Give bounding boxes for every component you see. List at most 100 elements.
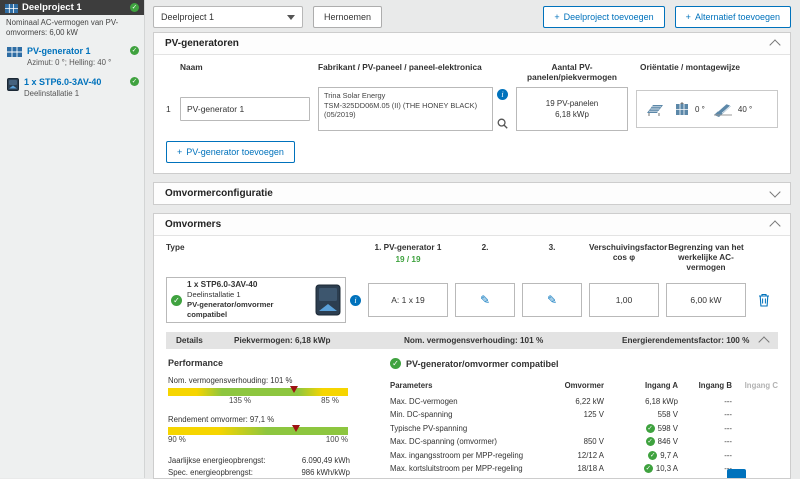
trash-icon — [759, 293, 769, 307]
generator-1-assignment-box[interactable]: A: 1 x 19 — [368, 283, 448, 317]
parameters-table: Parameters Omvormer Ingang A Ingang B In… — [390, 377, 778, 476]
mounting-type-segment[interactable] — [644, 102, 666, 117]
col-parameters: Parameters — [390, 381, 433, 390]
inverter-type-cell: ✓ 1 x STP6.0-3AV-40 Deelinstallatie 1 PV… — [166, 277, 361, 323]
col-generator-3: 3. — [548, 243, 556, 252]
sidebar-item-deelproject[interactable]: Deelproject 1 ✓ Nominaal AC-vermogen van… — [0, 0, 144, 42]
sidebar-project-title: Deelproject 1 — [22, 2, 82, 13]
col-count: Aantal PV-panelen/piekvermogen — [527, 62, 617, 82]
param-input-c-value — [736, 408, 778, 422]
project-select[interactable]: Deelproject 1 — [153, 6, 303, 28]
check-icon: ✓ — [390, 358, 401, 369]
pencil-icon: ✎ — [479, 293, 491, 307]
stat-value: 6.090,49 kWh — [301, 456, 350, 465]
pv-panel-icon — [5, 3, 18, 13]
add-pv-generator-label: PV-generator toevoegen — [186, 147, 284, 157]
sidebar-item-inverter[interactable]: 1 x STP6.0-3AV-40 Deelinstallatie 1 ✓ — [0, 73, 144, 104]
generator-2-edit-box[interactable]: ✎ — [455, 283, 515, 317]
add-subproject-label: Deelproject toevoegen — [563, 12, 654, 22]
inverter-type-text: 1 x STP6.0-3AV-40 Deelinstallatie 1 PV-g… — [187, 280, 310, 319]
col-ac-limit: Begrenzing van het werkelijke AC-vermoge… — [668, 243, 744, 272]
sidebar: Deelproject 1 ✓ Nominaal AC-vermogen van… — [0, 0, 145, 478]
param-input-c-value — [736, 449, 778, 463]
inverter-type-box[interactable]: ✓ 1 x STP6.0-3AV-40 Deelinstallatie 1 PV… — [166, 277, 346, 323]
sidebar-project-subtitle: Nominaal AC-vermogen van PV-omvormers: 6… — [6, 18, 119, 37]
delete-inverter-button[interactable] — [753, 293, 775, 307]
col-input-a: Ingang A — [644, 381, 678, 390]
toolbar: Deelproject 1 Hernoemen + Deelproject to… — [145, 0, 800, 32]
param-input-c-value — [736, 422, 778, 436]
param-inverter-value: 12/12 A — [577, 450, 604, 460]
search-icon[interactable] — [497, 118, 508, 129]
generator-3-edit-box[interactable]: ✎ — [522, 283, 582, 317]
inverter-config-header[interactable]: Omvormerconfiguratie — [154, 183, 790, 204]
cos-phi-box[interactable]: 1,00 — [589, 283, 659, 317]
stat-row: Spec. energieopbrengst: 986 kWh/kWp — [168, 467, 350, 478]
pv-generators-header[interactable]: PV-generatoren — [154, 33, 790, 55]
param-input-b-value: --- — [724, 396, 732, 406]
param-label: Max. kortsluitstroom per MPP-regeling — [390, 464, 523, 473]
inverter-compatibility: PV-generator/omvormer compatibel — [187, 300, 274, 319]
pv-generator-name-input[interactable] — [180, 97, 310, 121]
pencil-icon: ✎ — [546, 293, 558, 307]
bar-marker-icon — [290, 386, 298, 393]
stat-label: Jaarlijkse energieopbrengst: — [168, 456, 266, 465]
bar-marker-icon — [291, 425, 300, 432]
info-icon[interactable]: i — [497, 89, 508, 100]
azimuth-segment[interactable]: 0 ° — [673, 101, 705, 117]
peak-power-summary: Piekvermogen: 6,18 kWp — [234, 336, 331, 345]
param-input-a-value: 6,18 kWp — [645, 396, 678, 406]
info-icon[interactable]: i — [350, 294, 361, 306]
check-icon: ✓ — [643, 464, 653, 474]
scale-label: 90 % — [168, 435, 186, 444]
col-input-b: Ingang B — [698, 381, 732, 390]
inverter-image — [315, 284, 341, 316]
section-title: PV-generatoren — [165, 38, 239, 49]
inverter-config-section: Omvormerconfiguratie — [153, 182, 791, 205]
param-value-text: 9,7 A — [660, 450, 678, 460]
mounting-icon — [647, 104, 663, 116]
stat-value: 986 kWh/kWp — [301, 468, 350, 478]
panel-cell: Trina Solar Energy TSM-325DD06M.05 (II) … — [318, 87, 508, 131]
orientation-box: 0 ° 40 ° — [636, 90, 778, 128]
inverters-header[interactable]: Omvormers — [154, 214, 790, 236]
section-title: Omvormers — [165, 219, 222, 230]
col-spacer — [166, 62, 180, 82]
param-inverter-value — [544, 422, 604, 436]
scale-label: 100 % — [325, 435, 348, 444]
tilt-segment[interactable]: 40 ° — [712, 102, 752, 117]
add-alternative-label: Alternatief toevoegen — [694, 12, 780, 22]
chevron-up-icon[interactable] — [758, 336, 770, 348]
ac-limit-box[interactable]: 6,00 kW — [666, 283, 746, 317]
inverter-model: 1 x STP6.0-3AV-40 — [187, 280, 258, 290]
param-inverter-value: 6,22 kW — [575, 396, 604, 406]
panel-count-box[interactable]: 19 PV-panelen 6,18 kWp — [516, 87, 628, 131]
panel-manufacturer: Trina Solar Energy — [324, 91, 386, 100]
add-subproject-button[interactable]: + Deelproject toevoegen — [543, 6, 665, 28]
panel-count: 19 PV-panelen — [545, 99, 599, 108]
param-input-c-value — [736, 435, 778, 449]
param-input-a-value: ✓ 846 V — [608, 435, 678, 449]
panel-selection-box[interactable]: Trina Solar Energy TSM-325DD06M.05 (II) … — [318, 87, 493, 131]
check-icon: ✓ — [130, 77, 139, 86]
rename-label: Hernoemen — [324, 12, 372, 22]
details-bar: Details Piekvermogen: 6,18 kWp Nom. verm… — [166, 332, 778, 349]
inverter-row: ✓ 1 x STP6.0-3AV-40 Deelinstallatie 1 PV… — [166, 277, 778, 323]
panel-peak-power: 6,18 kWp — [555, 110, 589, 119]
sidebar-item-pv-generator[interactable]: PV-generator 1 Azimut: 0 °; Helling: 40 … — [0, 42, 144, 73]
tilt-icon — [713, 102, 732, 117]
name-field-wrap — [180, 97, 310, 121]
param-label: Max. DC-spanning (omvormer) — [390, 437, 498, 446]
chat-button[interactable] — [727, 469, 746, 478]
compatibility-heading: ✓ PV-generator/omvormer compatibel — [390, 358, 778, 369]
inverter-icon — [7, 78, 19, 91]
add-pv-generator-button[interactable]: + PV-generator toevoegen — [166, 141, 295, 163]
performance-title: Performance — [168, 358, 224, 368]
col-manufacturer: Fabrikant / PV-paneel / paneel-elektroni… — [318, 62, 482, 72]
rename-button[interactable]: Hernoemen — [313, 6, 383, 28]
add-alternative-button[interactable]: + Alternatief toevoegen — [674, 6, 791, 28]
param-input-c-value — [736, 395, 778, 409]
scale-label: 85 % — [321, 396, 339, 405]
param-value-text: 10,3 A — [655, 464, 678, 473]
col-inverter: Omvormer — [564, 381, 604, 390]
